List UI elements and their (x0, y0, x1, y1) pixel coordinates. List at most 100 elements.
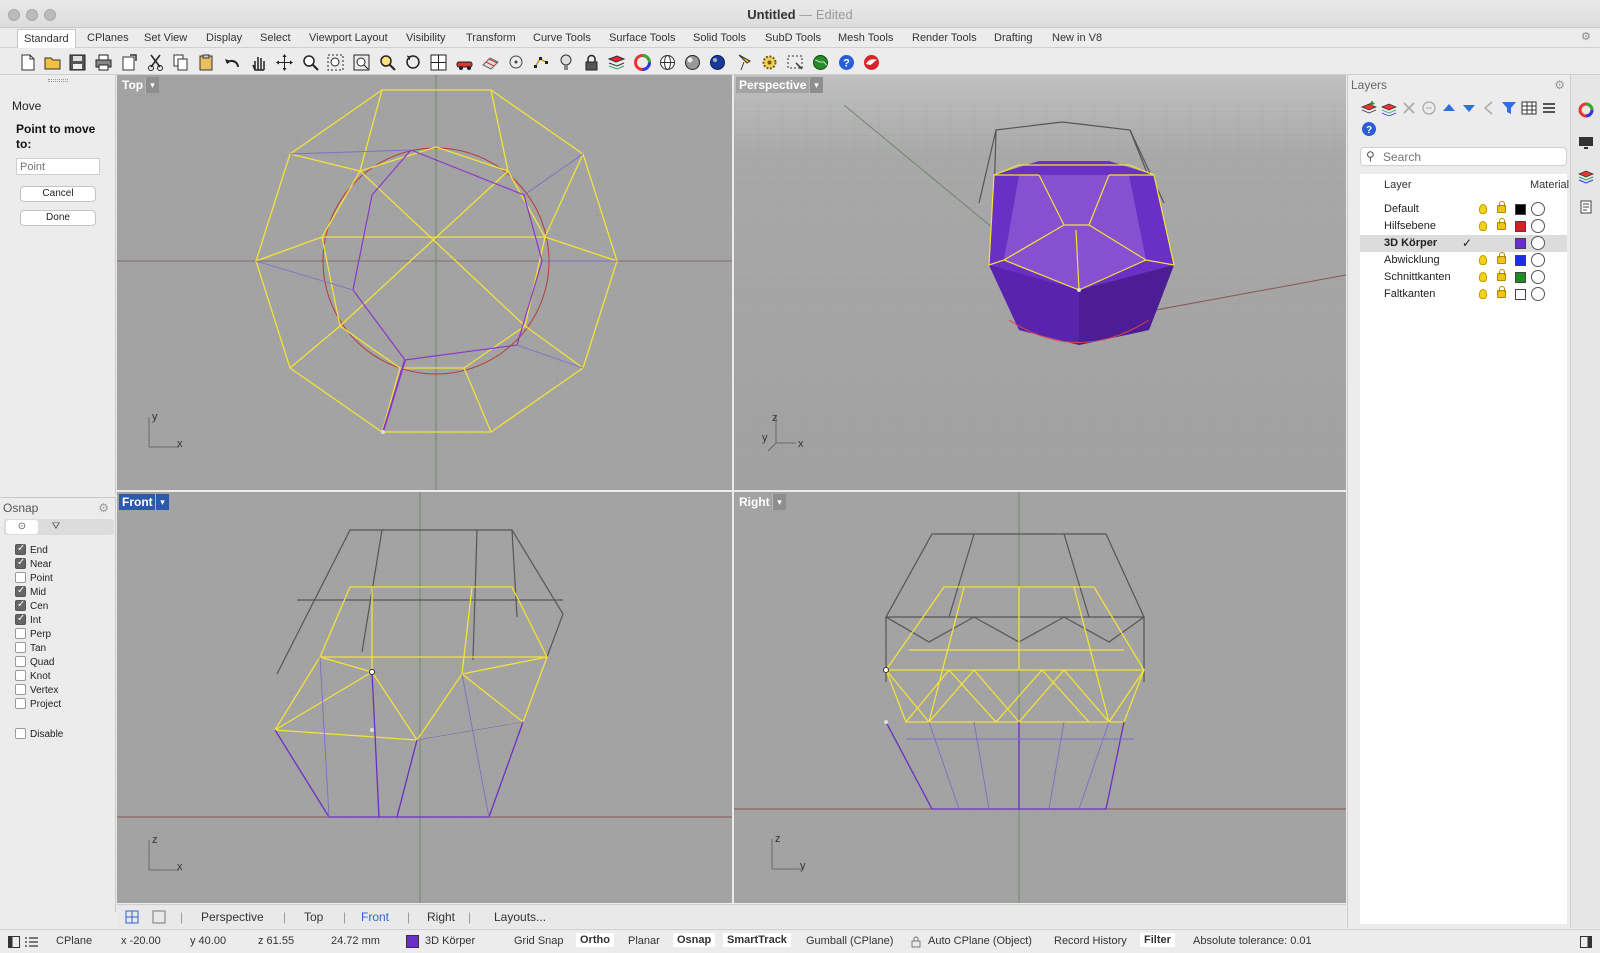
tab-front[interactable]: Front (361, 910, 389, 924)
filter-icon[interactable] (1501, 100, 1517, 116)
move-out-icon[interactable] (1481, 100, 1497, 116)
right-panel-toggle-icon[interactable] (1580, 936, 1592, 948)
tab-mesh-tools[interactable]: Mesh Tools (838, 28, 893, 48)
open-folder-icon[interactable] (43, 53, 62, 72)
viewport-title-top[interactable]: Top (119, 77, 147, 93)
search-input[interactable] (1383, 150, 1563, 164)
zoom-selected-icon[interactable] (378, 53, 397, 72)
viewport-title-perspective[interactable]: Perspective (736, 77, 810, 93)
undo-icon[interactable] (223, 53, 242, 72)
current-layer-name[interactable]: 3D Körper (425, 935, 475, 947)
viewport-perspective[interactable]: z y x Perspective ▾ (734, 75, 1346, 490)
osnap-project[interactable]: Project (15, 698, 61, 711)
osnap-vertex[interactable]: Vertex (15, 684, 58, 697)
osnap-point[interactable]: Point (15, 572, 53, 585)
checkbox-icon[interactable] (15, 728, 26, 739)
layer-row-faltkanten[interactable]: Faltkanten (1360, 286, 1567, 303)
cancel-button[interactable]: Cancel (20, 186, 96, 202)
tab-set-view[interactable]: Set View (144, 28, 187, 48)
checkbox-icon[interactable] (15, 642, 26, 653)
select-window-icon[interactable] (786, 53, 805, 72)
layer-row-schnittkanten[interactable]: Schnittkanten (1360, 269, 1567, 286)
viewport-title-front[interactable]: Front (119, 494, 156, 510)
layer-color-swatch[interactable] (1515, 204, 1526, 215)
filter-layers-icon[interactable] (1421, 100, 1437, 116)
spotlight-icon[interactable] (735, 53, 754, 72)
light-bulb-icon[interactable] (1479, 204, 1487, 214)
osnap-knot[interactable]: Knot (15, 670, 51, 683)
material-circle-icon[interactable] (1531, 287, 1545, 301)
snap-target-icon[interactable]: ⊙ (6, 520, 38, 534)
notes-icon[interactable] (1578, 199, 1594, 215)
undo-view-icon[interactable] (404, 53, 423, 72)
display-monitor-icon[interactable] (1578, 135, 1594, 151)
color-wheel-icon[interactable] (1578, 102, 1594, 118)
light-bulb-icon[interactable] (1479, 255, 1487, 265)
chevron-down-icon[interactable]: ▾ (155, 494, 169, 510)
copy-icon[interactable] (171, 53, 190, 72)
tab-cplanes[interactable]: CPlanes (87, 28, 129, 48)
save-icon[interactable] (68, 53, 87, 72)
tab-visibility[interactable]: Visibility (406, 28, 446, 48)
tab-drafting[interactable]: Drafting (994, 28, 1033, 48)
viewport-right[interactable]: z y Right ▾ (734, 492, 1346, 903)
layer-row-3d-korper[interactable]: 3D Körper ✓ (1360, 235, 1567, 252)
column-header-material[interactable]: Material (1530, 174, 1569, 196)
tab-display[interactable]: Display (206, 28, 242, 48)
material-circle-icon[interactable] (1531, 270, 1545, 284)
delete-layer-icon[interactable] (1401, 100, 1417, 116)
filter-toggle[interactable]: Filter (1140, 933, 1175, 947)
tab-new-in-v8[interactable]: New in V8 (1052, 28, 1102, 48)
osnap-int[interactable]: Int (15, 613, 41, 627)
new-sublayer-icon[interactable] (1381, 100, 1397, 116)
material-circle-icon[interactable] (1531, 253, 1545, 267)
layer-row-default[interactable]: Default (1360, 201, 1567, 218)
sidebar-toggle-icon[interactable] (8, 936, 20, 948)
lock-icon[interactable] (911, 935, 921, 948)
panel-grip[interactable] (48, 79, 68, 82)
light-bulb-icon[interactable] (1479, 221, 1487, 231)
osnap-settings-icon[interactable]: ⚙ (98, 501, 109, 515)
snap-target-icon[interactable] (507, 53, 526, 72)
paste-icon[interactable] (197, 53, 216, 72)
shaded-sphere-icon[interactable] (683, 53, 702, 72)
checkbox-icon[interactable] (15, 670, 26, 681)
gumball-toggle[interactable]: Gumball (CPlane) (806, 935, 893, 947)
tabs-settings-icon[interactable]: ⚙ (1581, 31, 1594, 44)
material-circle-icon[interactable] (1531, 202, 1545, 216)
layers-icon[interactable] (607, 53, 626, 72)
layer-search-box[interactable]: ⚲ (1360, 147, 1567, 166)
checkbox-icon[interactable] (15, 543, 26, 555)
cplane-status[interactable]: CPlane (56, 935, 92, 947)
osnap-toggle[interactable]: Osnap (673, 933, 716, 947)
named-views-icon[interactable] (455, 53, 474, 72)
checkbox-icon[interactable] (15, 557, 26, 569)
chevron-down-icon[interactable]: ▾ (772, 494, 786, 510)
layers-icon[interactable] (1578, 168, 1594, 184)
new-layer-icon[interactable] (1361, 100, 1377, 116)
move-down-icon[interactable] (1461, 100, 1477, 116)
current-layer-swatch[interactable] (406, 935, 419, 948)
viewport-front[interactable]: z x Front ▾ (117, 492, 732, 903)
cplane-grid-icon[interactable] (481, 53, 500, 72)
new-file-icon[interactable] (18, 53, 37, 72)
unlock-icon[interactable] (1497, 218, 1506, 230)
four-viewports-icon[interactable] (125, 910, 139, 924)
move-up-icon[interactable] (1441, 100, 1457, 116)
print-icon[interactable] (94, 53, 113, 72)
osnap-near[interactable]: Near (15, 557, 52, 571)
planar-toggle[interactable]: Planar (628, 935, 660, 947)
cut-icon[interactable] (146, 53, 165, 72)
unlock-icon[interactable] (1497, 269, 1506, 281)
checkbox-icon[interactable] (15, 628, 26, 639)
unlock-icon[interactable] (1497, 286, 1506, 298)
layer-color-swatch[interactable] (1515, 272, 1526, 283)
material-circle-icon[interactable] (1531, 219, 1545, 233)
layer-color-swatch[interactable] (1515, 221, 1526, 232)
viewport-title-right[interactable]: Right (736, 494, 773, 510)
help-icon[interactable]: ? (837, 53, 856, 72)
material-circle-icon[interactable] (1531, 236, 1545, 250)
rhino-logo-icon[interactable] (862, 53, 881, 72)
osnap-cen[interactable]: Cen (15, 599, 48, 613)
tab-surface-tools[interactable]: Surface Tools (609, 28, 675, 48)
